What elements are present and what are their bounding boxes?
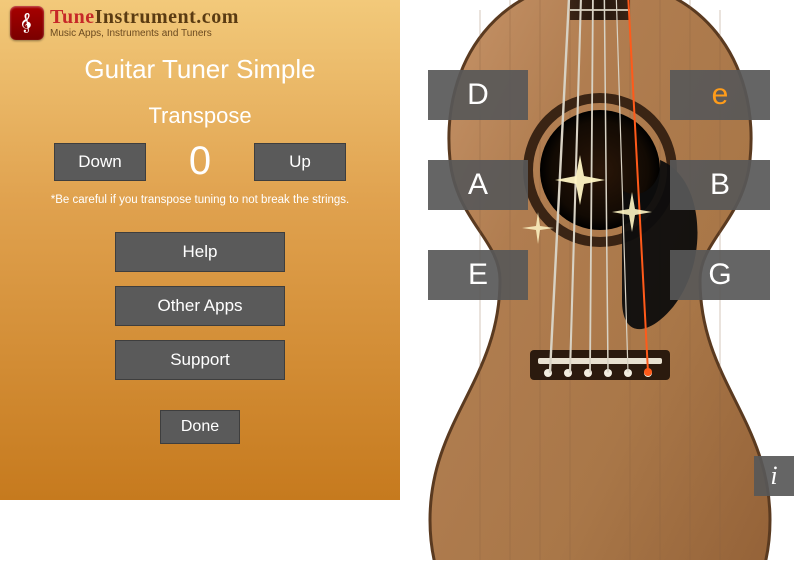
brand-tune: Tune (50, 6, 95, 28)
menu: Help Other Apps Support (115, 232, 285, 380)
other-apps-button[interactable]: Other Apps (115, 286, 285, 326)
guitar-panel: D A E e B G i (400, 0, 800, 500)
transpose-value: 0 (170, 139, 230, 184)
string-low-e-button[interactable]: E (428, 250, 528, 300)
brand-tagline: Music Apps, Instruments and Tuners (50, 29, 239, 39)
app-title: Guitar Tuner Simple (84, 54, 315, 85)
brand-instr: Instrument.com (95, 6, 239, 28)
string-d-button[interactable]: D (428, 70, 528, 120)
transpose-label: Transpose (148, 103, 251, 129)
string-a-button[interactable]: A (428, 160, 528, 210)
info-button[interactable]: i (754, 456, 794, 496)
brand-logo: TuneInstrument.com Music Apps, Instrumen… (0, 0, 239, 40)
string-high-e-button[interactable]: e (670, 70, 770, 120)
transpose-up-button[interactable]: Up (254, 143, 346, 181)
help-button[interactable]: Help (115, 232, 285, 272)
settings-panel: TuneInstrument.com Music Apps, Instrumen… (0, 0, 400, 500)
transpose-controls: Down 0 Up (54, 139, 346, 184)
string-g-button[interactable]: G (670, 250, 770, 300)
transpose-down-button[interactable]: Down (54, 143, 146, 181)
brand-text: TuneInstrument.com Music Apps, Instrumen… (50, 7, 239, 39)
treble-clef-icon (10, 6, 44, 40)
done-button[interactable]: Done (160, 410, 240, 444)
support-button[interactable]: Support (115, 340, 285, 380)
transpose-warning: *Be careful if you transpose tuning to n… (33, 194, 368, 206)
string-b-button[interactable]: B (670, 160, 770, 210)
